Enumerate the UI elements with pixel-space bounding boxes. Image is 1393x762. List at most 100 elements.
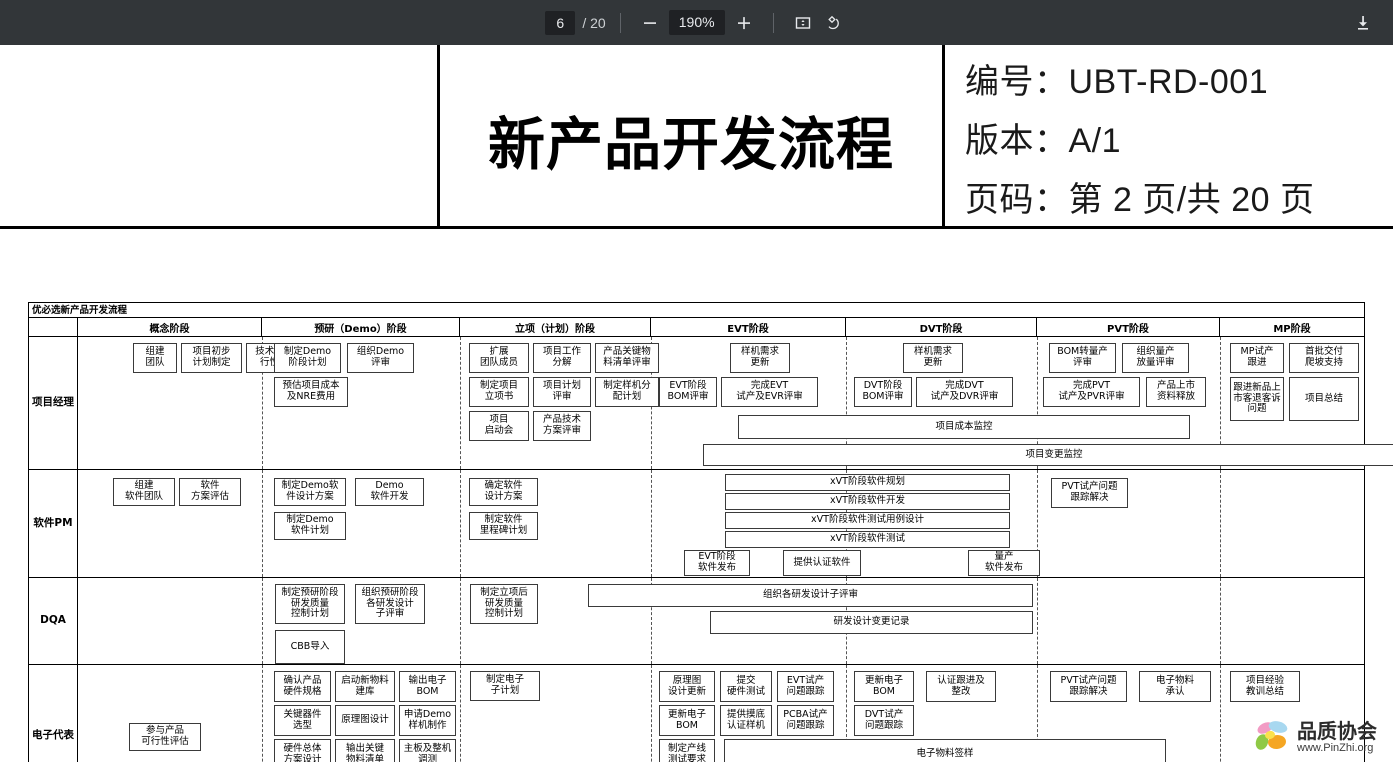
activity-box: 组建 软件团队 xyxy=(113,478,175,506)
activity-box: 扩展 团队成员 xyxy=(469,343,529,373)
plus-icon xyxy=(737,16,750,29)
activity-box: 原理图 设计更新 xyxy=(659,671,715,702)
stage-separator-2 xyxy=(460,578,461,664)
activity-box: 完成DVT 试产及DVR评审 xyxy=(916,377,1013,407)
row-body-3: 制定预研阶段 研发质量 控制计划 组织预研阶段 各研发设计 子评审 CBB导入 制定立项后 研发… xyxy=(78,578,1364,664)
row-label-1: 项目 经理 xyxy=(29,337,78,469)
activity-box: PCBA试产 问题跟踪 xyxy=(777,705,834,736)
activity-box: 制定Demo 阶段计划 xyxy=(274,343,341,373)
activity-box: 项目初步 计划制定 xyxy=(181,343,242,373)
row-body-1: 组建团队项目初步计划制定技术整体可行性分析制定Demo阶段计划组织Demo评审预… xyxy=(78,337,1393,469)
activity-box: 制定软件 里程碑计划 xyxy=(469,512,538,540)
activity-box: 更新电子 BOM xyxy=(659,705,715,736)
stage-header-5: DVT阶段 xyxy=(846,318,1037,336)
title-cell: 新产品开发流程 xyxy=(440,45,945,226)
activity-box: CBB导入 xyxy=(275,630,345,664)
activity-box: 产品关键物 料清单评审 xyxy=(595,343,659,373)
document-meta: 编号：UBT-RD-001 版本：A/1 页码：第 2 页/共 20 页 xyxy=(945,45,1393,226)
pdf-page: 新产品开发流程 编号：UBT-RD-001 版本：A/1 页码：第 2 页/共 … xyxy=(0,45,1393,762)
rotate-icon xyxy=(827,15,839,29)
activity-box: 项目 启动会 xyxy=(469,411,529,441)
meta-pages: 页码：第 2 页/共 20 页 xyxy=(965,181,1315,219)
activity-box: 电子物料 承认 xyxy=(1139,671,1211,702)
activity-box: 电子物料签样 xyxy=(724,739,1166,762)
activity-box: 制定Demo软 件设计方案 xyxy=(274,478,346,506)
activity-box: 制定预研阶段 研发质量 控制计划 xyxy=(275,584,345,624)
activity-box: 项目经验 教训总结 xyxy=(1230,671,1300,702)
row-label-2: 软件 PM xyxy=(29,470,78,577)
stage-separator-3 xyxy=(651,470,652,577)
zoom-in-button[interactable] xyxy=(729,8,759,38)
activity-box: 输出电子 BOM xyxy=(399,671,456,702)
flow-rows: 项目经理组建团队项目初步计划制定技术整体可行性分析制定Demo阶段计划组织Dem… xyxy=(29,337,1393,762)
row-body-2: 组建 软件团队 软件 方案评估 制定Demo软 件设计方案 Demo 软件开发 制定Demo 软件… xyxy=(78,470,1364,577)
activity-box: 提供认证软件 xyxy=(783,550,861,576)
process-flow-table: 优必选新产品开发流程 概念阶段 预研（Demo）阶段 立项（计划）阶段 EVT阶段 DV… xyxy=(28,302,1393,762)
activity-box: 参与产品 可行性评估 xyxy=(129,723,201,751)
download-button[interactable] xyxy=(1349,9,1377,37)
stage-cells: 概念阶段 预研（Demo）阶段 立项（计划）阶段 EVT阶段 DVT阶段 PVT阶段 MP阶… xyxy=(78,318,1364,336)
activity-box: DVT阶段 BOM评审 xyxy=(854,377,912,407)
activity-box: 制定电子 子计划 xyxy=(470,671,540,701)
zoom-level-input[interactable]: 190% xyxy=(668,10,725,35)
toolbar-center-group: 6 / 20 190% xyxy=(0,8,1393,38)
activity-box: 预估项目成本 及NRE费用 xyxy=(274,377,348,407)
toolbar-divider-1 xyxy=(619,12,621,33)
activity-box: EVT阶段 BOM评审 xyxy=(659,377,717,407)
activity-box: 软件 方案评估 xyxy=(179,478,241,506)
fit-page-icon xyxy=(795,16,810,29)
activity-box: 产品上市 资料释放 xyxy=(1146,377,1206,407)
activity-box: 原理图设计 xyxy=(335,705,395,736)
page-number-input[interactable]: 6 xyxy=(545,10,576,35)
activity-box: 提交 硬件测试 xyxy=(720,671,772,702)
activity-box: 量产 软件发布 xyxy=(968,550,1040,576)
activity-box: 制定Demo 软件计划 xyxy=(274,512,346,540)
download-icon xyxy=(1358,15,1368,30)
activity-box: 跟进新品上 市客退客诉 问题 xyxy=(1230,377,1284,421)
meta-number: 编号：UBT-RD-001 xyxy=(965,63,1269,101)
activity-box: EVT阶段 软件发布 xyxy=(684,550,750,576)
activity-box: 输出关键 物料清单 xyxy=(335,739,395,762)
stage-header-4: EVT阶段 xyxy=(651,318,846,336)
stage-header-2: 预研（Demo）阶段 xyxy=(262,318,460,336)
activity-box: 项目计划 评审 xyxy=(533,377,591,407)
activity-box: 关键器件 选型 xyxy=(274,705,331,736)
activity-box: DVT试产 问题跟踪 xyxy=(854,705,914,736)
activity-box: 组织预研阶段 各研发设计 子评审 xyxy=(355,584,425,624)
activity-box: 项目成本监控 xyxy=(738,415,1190,439)
stage-separator-6 xyxy=(1220,578,1221,664)
activity-box: 制定产线 测试要求 xyxy=(659,739,715,762)
stage-header-1: 概念阶段 xyxy=(78,318,262,336)
activity-box: 项目变更监控 xyxy=(703,444,1393,466)
activity-box: 项目总结 xyxy=(1289,377,1359,421)
activity-box: 完成EVT 试产及EVR评审 xyxy=(721,377,818,407)
stage-separator-6 xyxy=(1220,470,1221,577)
flow-row-3: DQA 制定预研阶段 研发质量 控制计划 组织预研阶段 各研发设计 子评审 CBB导入 制定立项… xyxy=(29,578,1364,665)
fit-page-button[interactable] xyxy=(788,8,818,38)
rotate-button[interactable] xyxy=(818,8,848,38)
activity-box: 组织各研发设计子评审 xyxy=(588,584,1033,607)
activity-box: 样机需求 更新 xyxy=(903,343,963,373)
activity-box: EVT试产 问题跟踪 xyxy=(777,671,834,702)
activity-box: 提供摸底 认证样机 xyxy=(720,705,772,736)
activity-box: 启动新物料 建库 xyxy=(335,671,395,702)
activity-box: PVT试产问题 跟踪解决 xyxy=(1050,671,1127,702)
activity-box: Demo 软件开发 xyxy=(355,478,424,506)
activity-box: 项目工作 分解 xyxy=(533,343,591,373)
activity-box: 组织量产 放量评审 xyxy=(1122,343,1189,373)
activity-box: 主板及整机 调测 xyxy=(399,739,456,762)
flow-row-1: 项目经理组建团队项目初步计划制定技术整体可行性分析制定Demo阶段计划组织Dem… xyxy=(29,337,1393,470)
activity-box: BOM转量产 评审 xyxy=(1049,343,1116,373)
stage-header-spacer xyxy=(29,318,78,336)
toolbar-divider-2 xyxy=(772,12,774,33)
stage-header-6: PVT阶段 xyxy=(1037,318,1220,336)
activity-box: 更新电子 BOM xyxy=(854,671,914,702)
activity-box: 完成PVT 试产及PVR评审 xyxy=(1043,377,1140,407)
flow-row-2: 软件 PM 组建 软件团队 软件 方案评估 制定Demo软 件设计方案 Demo 软件开发 制定De… xyxy=(29,470,1364,578)
activity-box: 制定样机分 配计划 xyxy=(595,377,659,407)
zoom-out-button[interactable] xyxy=(635,8,665,38)
stage-header-7: MP阶段 xyxy=(1273,323,1311,335)
pdf-toolbar: 6 / 20 190% xyxy=(0,0,1393,45)
stage-separator-6 xyxy=(1220,665,1221,762)
activity-box: 确定软件 设计方案 xyxy=(469,478,538,506)
